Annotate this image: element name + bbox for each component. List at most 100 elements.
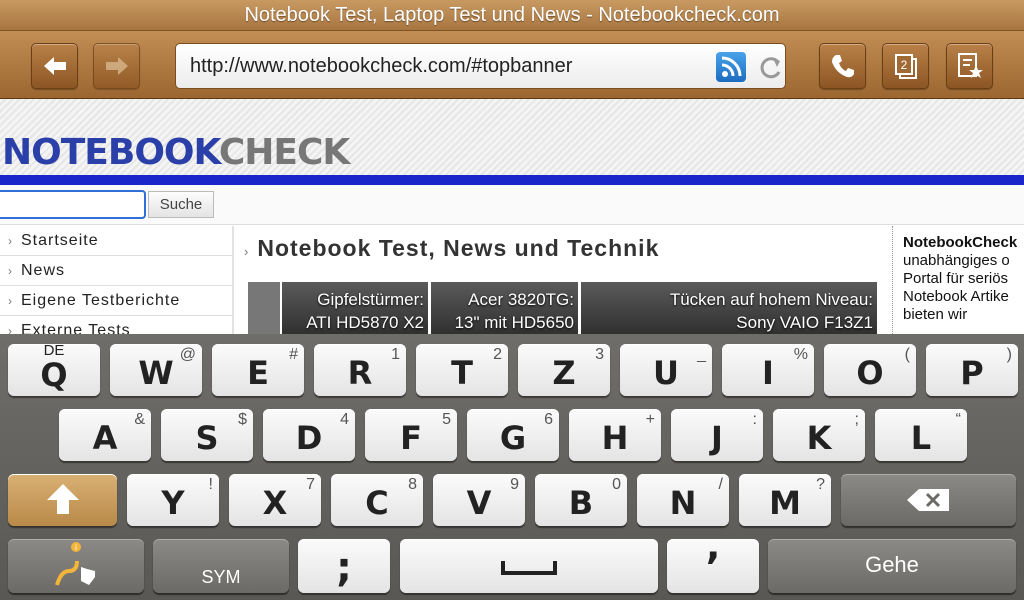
bookmark-star-icon (957, 53, 983, 78)
key-s[interactable]: $ S (161, 409, 253, 461)
key-k[interactable]: ; K (773, 409, 865, 461)
logo-part-1: NOTEBOOK (2, 132, 220, 173)
teaser-line-2: Sony VAIO F13Z1 (736, 313, 873, 332)
nav-label: Startseite (21, 232, 99, 249)
url-text[interactable]: http://www.notebookcheck.com/#topbanner (190, 44, 572, 88)
reload-icon[interactable] (758, 52, 784, 82)
key-j[interactable]: :J (671, 409, 763, 461)
intro-line: unabhängiges o (903, 252, 1010, 269)
key-x[interactable]: 7X (229, 474, 321, 526)
key-m[interactable]: ? M (739, 474, 831, 526)
key-label: V (466, 484, 492, 522)
key-label: T (451, 354, 473, 392)
key-g[interactable]: 6G (467, 409, 559, 461)
key-a[interactable]: & A (59, 409, 151, 461)
intro-text: NotebookCheck unabhängiges o Portal für … (892, 226, 1024, 334)
key-f[interactable]: 5F (365, 409, 457, 461)
key-d[interactable]: 4D (263, 409, 355, 461)
key-label: U (653, 354, 679, 392)
key-u[interactable]: _ U (620, 344, 712, 396)
sym-label: SYM (201, 567, 241, 587)
web-content: NOTEBOOKCHECK Suche › Startseite › News › E… (0, 99, 1024, 334)
search-button[interactable]: Suche (148, 191, 214, 218)
key-q[interactable]: DE Q (8, 342, 100, 396)
backspace-icon (907, 489, 949, 511)
key-label: L (910, 419, 932, 457)
key-apostrophe[interactable]: ’ (667, 539, 759, 593)
key-label: Z (552, 354, 576, 392)
bookmarks-button[interactable] (946, 43, 993, 89)
key-c[interactable]: 8C (331, 474, 423, 526)
key-label: B (568, 484, 594, 522)
key-label: E (247, 354, 269, 392)
key-label: K (806, 419, 832, 457)
teaser-line-1: Gipfelstürmer: (317, 290, 424, 309)
space-key[interactable] (400, 539, 658, 593)
key-label: G (499, 419, 527, 457)
chevron-right-icon: › (8, 264, 13, 278)
key-r[interactable]: 1R (314, 344, 406, 396)
key-label: P (960, 354, 984, 392)
key-semicolon[interactable]: ; (298, 539, 390, 593)
key-y[interactable]: ! Y (127, 474, 219, 526)
forward-button[interactable] (93, 43, 140, 89)
teaser-line-2: 13" mit HD5650 (454, 313, 574, 332)
key-v[interactable]: 9V (433, 474, 525, 526)
page-heading: › Notebook Test, News und Technik (244, 235, 659, 262)
key-i[interactable]: % I (722, 344, 814, 396)
key-label: I (762, 354, 774, 392)
teaser-line-1: Acer 3820TG: (468, 290, 574, 309)
url-bar[interactable]: http://www.notebookcheck.com/#topbanner (175, 43, 786, 89)
gesture-hand-icon: i (55, 542, 95, 586)
key-label: N (669, 484, 697, 522)
key-h[interactable]: + H (569, 409, 661, 461)
teaser-item[interactable]: Acer 3820TG: 13" mit HD5650 (431, 282, 578, 334)
go-key[interactable]: Gehe (768, 539, 1016, 593)
key-e[interactable]: # E (212, 344, 304, 396)
nav-item-externe-tests[interactable]: › Externe Tests (0, 316, 232, 334)
teaser-item[interactable]: Gipfelstürmer: ATI HD5870 X2 (282, 282, 428, 334)
nav-item-eigene-testberichte[interactable]: › Eigene Testberichte (0, 286, 232, 316)
key-label: J (711, 419, 723, 457)
teaser-line-2: ATI HD5870 X2 (306, 313, 424, 332)
key-b[interactable]: 0B (535, 474, 627, 526)
nav-item-startseite[interactable]: › Startseite (0, 226, 232, 256)
tabs-button[interactable]: 2 (882, 43, 929, 89)
sym-key[interactable]: SYM (153, 539, 289, 593)
teaser-line-1: Tücken auf hohem Niveau: (669, 290, 873, 309)
key-label: ’ (705, 545, 721, 591)
key-label: W (138, 354, 174, 392)
key-label: Y (161, 484, 185, 522)
handwriting-key[interactable]: i (8, 539, 144, 593)
nav-item-news[interactable]: › News (0, 256, 232, 286)
nav-label: Eigene Testberichte (21, 292, 181, 309)
svg-text:i: i (75, 543, 77, 552)
backspace-key[interactable] (841, 474, 1016, 526)
key-label: Q (40, 356, 68, 394)
key-w[interactable]: @ W (110, 344, 202, 396)
teaser-strip: Gipfelstürmer: ATI HD5870 X2 Acer 3820TG… (248, 282, 878, 334)
key-n[interactable]: / N (637, 474, 729, 526)
chevron-right-icon: › (244, 244, 250, 259)
key-label: F (400, 419, 422, 457)
back-button[interactable] (31, 43, 78, 89)
key-l[interactable]: “L (875, 409, 967, 461)
site-logo[interactable]: NOTEBOOKCHECK (2, 132, 350, 173)
key-o[interactable]: (O (824, 344, 916, 396)
key-label: X (262, 484, 288, 522)
tabs-icon: 2 (894, 54, 917, 79)
shift-key[interactable] (8, 474, 117, 526)
key-p[interactable]: ) P (926, 344, 1018, 396)
chevron-right-icon: › (8, 294, 13, 308)
key-z[interactable]: 3Z (518, 344, 610, 396)
go-label: Gehe (865, 552, 919, 577)
key-label: R (347, 354, 373, 392)
key-t[interactable]: 2T (416, 344, 508, 396)
teaser-edge (248, 282, 280, 334)
key-label: S (195, 419, 219, 457)
teaser-item[interactable]: Tücken auf hohem Niveau: Sony VAIO F13Z1 (581, 282, 877, 334)
intro-bold: NotebookCheck (903, 234, 1018, 251)
call-button[interactable] (819, 43, 866, 89)
rss-icon[interactable] (716, 52, 746, 82)
search-input[interactable] (0, 190, 146, 219)
